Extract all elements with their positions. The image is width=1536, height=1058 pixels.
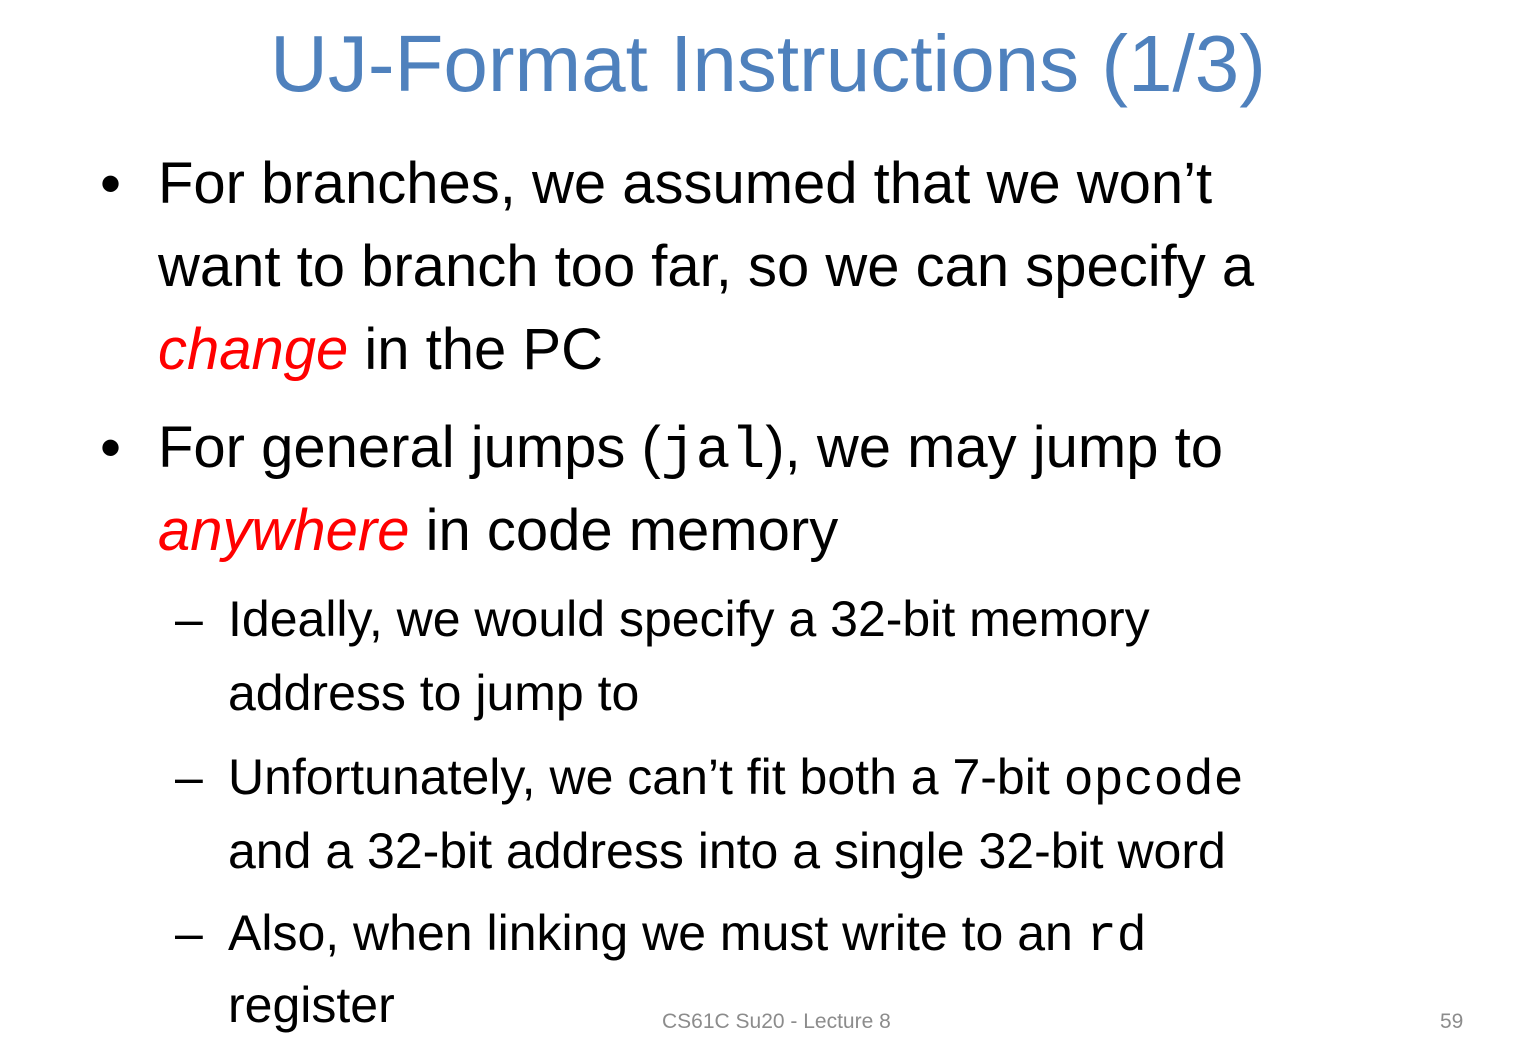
sub-bullet-3-line-1: Also, when linking we must write to an r… bbox=[228, 896, 1478, 975]
bullet-2-line-1: For general jumps (jal), we may jump to bbox=[158, 406, 1458, 494]
sub-bullet-1-line-1: Ideally, we would specify a 32-bit memor… bbox=[228, 591, 1150, 647]
emphasis-anywhere: anywhere bbox=[158, 498, 410, 563]
code-opcode: opcode bbox=[1063, 753, 1244, 810]
bullet-point-icon: • bbox=[100, 414, 122, 481]
bullet-1-line-3: change in the PC bbox=[158, 308, 1458, 391]
bullet-2-line-2-rest: in code memory bbox=[409, 498, 839, 563]
bullet-2-line-2: anywhere in code memory bbox=[158, 489, 1458, 572]
sub-bullet-2-line-1-before: Unfortunately, we can’t fit both a 7-bit bbox=[228, 749, 1064, 805]
dash-icon: – bbox=[175, 591, 203, 647]
bullet-1-line-3-rest: in the PC bbox=[348, 317, 603, 382]
emphasis-change: change bbox=[158, 317, 349, 382]
bullet-2-line-1-before: For general jumps ( bbox=[158, 415, 661, 480]
sub-bullet-2-line-2: and a 32-bit address into a single 32-bi… bbox=[228, 823, 1226, 879]
slide-number: 59 bbox=[1440, 1010, 1464, 1033]
slide-title: UJ-Format Instructions (1/3) bbox=[270, 19, 1266, 108]
dash-icon: – bbox=[175, 905, 203, 961]
bullet-point-icon: • bbox=[100, 150, 122, 217]
dash-icon: – bbox=[175, 749, 203, 805]
bullet-1-line-2: want to branch too far, so we can specif… bbox=[158, 234, 1255, 299]
bullet-1-line-1: For branches, we assumed that we won’t bbox=[158, 151, 1213, 216]
footer-course-label: CS61C Su20 - Lecture 8 bbox=[662, 1010, 891, 1033]
code-jal: jal bbox=[660, 420, 766, 485]
code-rd: rd bbox=[1086, 909, 1147, 966]
sub-bullet-2-line-1: Unfortunately, we can’t fit both a 7-bit… bbox=[228, 740, 1478, 819]
bullet-2-line-1-after: ), we may jump to bbox=[765, 415, 1223, 480]
slide: UJ-Format Instructions (1/3) • For branc… bbox=[0, 0, 1536, 1058]
sub-bullet-1-line-2: address to jump to bbox=[228, 665, 640, 721]
sub-bullet-3-line-1-before: Also, when linking we must write to an bbox=[228, 905, 1087, 961]
